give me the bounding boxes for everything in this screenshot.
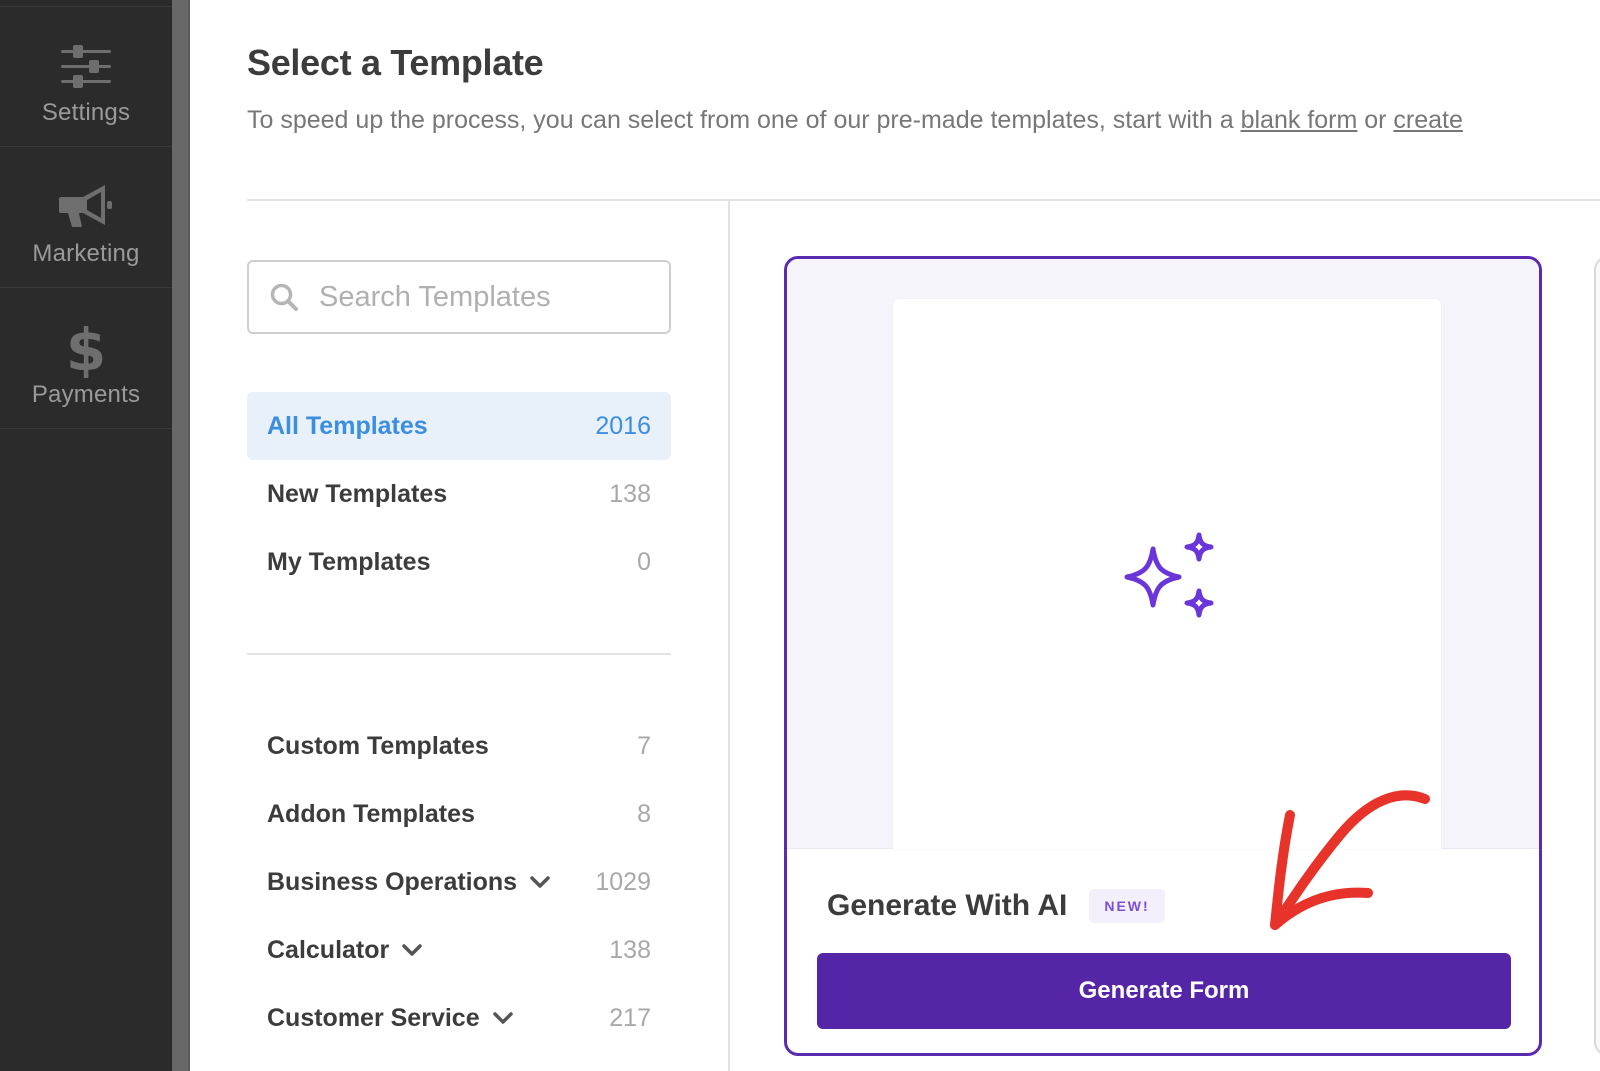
sidebar-item-settings[interactable]: Settings <box>0 7 172 147</box>
category-label: New Templates <box>267 479 448 508</box>
new-badge: NEW! <box>1089 889 1165 923</box>
generate-form-button[interactable]: Generate Form <box>817 953 1511 1029</box>
card-title: Generate With AI <box>827 889 1068 922</box>
category-label-wrap: Customer Service <box>267 1004 514 1033</box>
category-count: 0 <box>637 547 651 576</box>
category-label: My Templates <box>267 547 431 576</box>
category-business-operations[interactable]: Business Operations 1029 <box>247 848 671 916</box>
sliders-icon <box>56 37 116 97</box>
search-icon <box>269 282 299 312</box>
panel-divider <box>728 201 730 1071</box>
category-count: 2016 <box>595 411 651 440</box>
chevron-down-icon[interactable] <box>492 1011 514 1025</box>
dollar-icon: $ <box>56 319 116 379</box>
card-preview <box>787 259 1539 849</box>
page-description: To speed up the process, you can select … <box>247 106 1463 135</box>
category-addon-templates[interactable]: Addon Templates 8 <box>247 780 671 848</box>
category-custom-templates[interactable]: Custom Templates 7 <box>247 712 671 780</box>
description-text: To speed up the process, you can select … <box>247 106 1241 134</box>
category-all-templates[interactable]: All Templates 2016 <box>247 392 671 460</box>
header-divider <box>247 199 1600 201</box>
blank-form-link[interactable]: blank form <box>1241 106 1358 134</box>
description-text: or <box>1357 106 1394 134</box>
search-box[interactable] <box>247 260 671 334</box>
create-link[interactable]: create <box>1393 106 1462 134</box>
sidebar-item-label: Payments <box>31 381 141 408</box>
category-count: 8 <box>637 799 651 828</box>
category-label-wrap: Business Operations <box>267 868 551 897</box>
megaphone-icon <box>56 178 116 238</box>
category-calculator[interactable]: Calculator 138 <box>247 916 671 984</box>
category-label: Calculator <box>267 935 390 964</box>
category-count: 7 <box>637 731 651 760</box>
category-new-templates[interactable]: New Templates 138 <box>247 460 671 528</box>
category-customer-service[interactable]: Customer Service 217 <box>247 984 671 1052</box>
svg-text:$: $ <box>66 320 106 378</box>
app-sidebar: Settings Marketing $ Payments <box>0 0 172 1071</box>
category-label: Business Operations <box>267 867 518 896</box>
category-my-templates[interactable]: My Templates 0 <box>247 528 671 596</box>
template-card-generate-ai[interactable]: Generate With AI NEW! Generate Form <box>784 256 1542 1056</box>
category-label: Customer Service <box>267 1003 480 1032</box>
chevron-down-icon[interactable] <box>401 943 423 957</box>
category-count: 217 <box>609 1003 651 1032</box>
sidebar-item-label: Marketing <box>32 240 140 267</box>
sparkles-icon <box>1124 532 1214 618</box>
category-count: 138 <box>609 479 651 508</box>
card-title-row: Generate With AI NEW! <box>827 889 1165 923</box>
category-label: Addon Templates <box>267 799 475 828</box>
search-input[interactable] <box>319 280 659 314</box>
category-count: 1029 <box>595 867 651 896</box>
chevron-down-icon[interactable] <box>529 875 551 889</box>
template-card-next[interactable] <box>1594 256 1600 1056</box>
sidebar-item-payments[interactable]: $ Payments <box>0 289 172 429</box>
category-count: 138 <box>609 935 651 964</box>
page-title: Select a Template <box>247 42 544 83</box>
category-label-wrap: Calculator <box>267 936 423 965</box>
sidebar-scrollbar[interactable] <box>172 0 190 1071</box>
category-label: All Templates <box>267 411 428 440</box>
sidebar-item-label: Settings <box>41 99 131 126</box>
category-label: Custom Templates <box>267 731 489 760</box>
card-preview-paper <box>893 299 1441 849</box>
sidebar-item-marketing[interactable]: Marketing <box>0 148 172 288</box>
category-divider <box>247 653 671 655</box>
